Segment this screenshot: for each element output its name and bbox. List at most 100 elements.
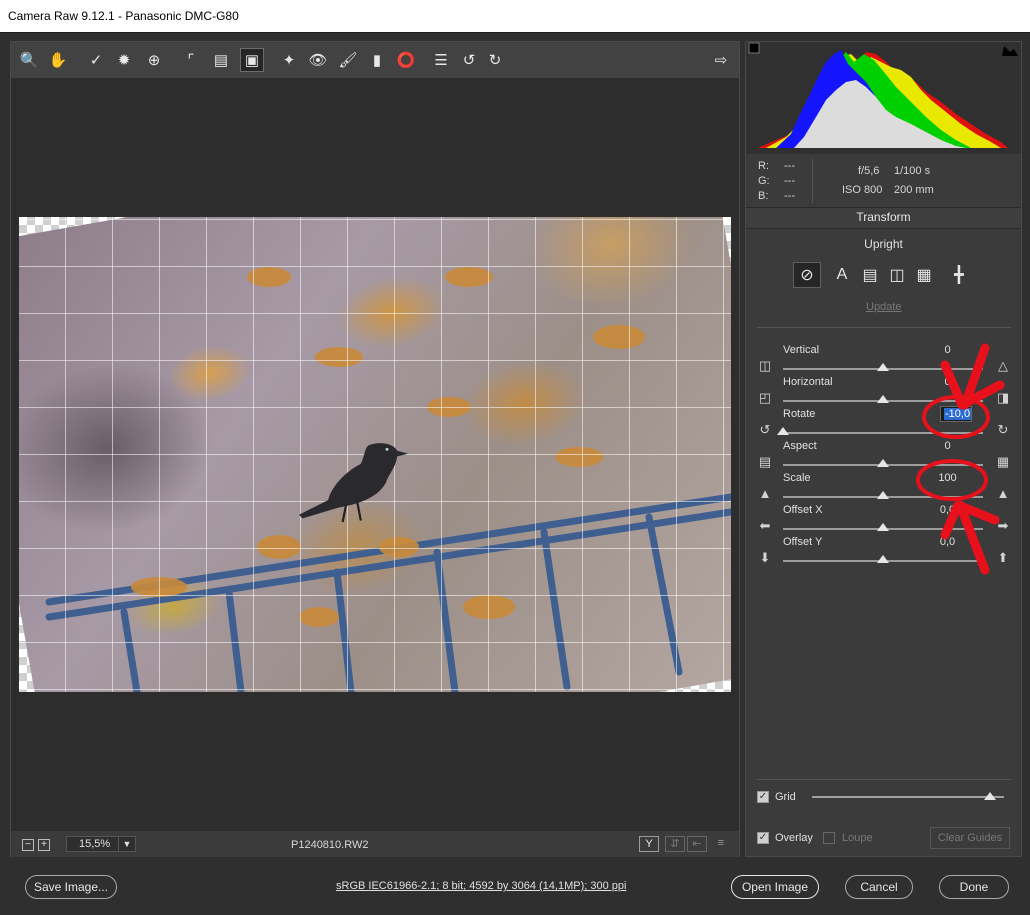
offset-x-value[interactable]: 0,0 (925, 504, 970, 516)
upright-auto-icon[interactable]: A (828, 262, 856, 288)
rotate-left-icon: ↺ (759, 422, 771, 437)
rotate-slider[interactable] (783, 432, 983, 434)
view-settings-icon[interactable]: ≡ (711, 836, 731, 852)
b-label: B: (758, 190, 769, 202)
chevron-down-icon: ▼ (118, 837, 135, 851)
offset-y-right-icon: ⬆ (997, 550, 1009, 565)
zoom-select[interactable]: 15,5% ▼ (66, 836, 136, 852)
bird-illustration (299, 443, 409, 523)
aspect-label: Aspect (783, 440, 817, 452)
shadow-clipping-icon[interactable] (748, 42, 760, 54)
straighten-icon[interactable]: ▤ (209, 48, 233, 72)
aspect-right-icon: ▦ (996, 454, 1010, 469)
zoom-icon[interactable]: 🔍 (17, 48, 41, 72)
graduated-filter-icon[interactable]: ▮ (365, 48, 389, 72)
offset-x-slider-thumb[interactable] (877, 523, 889, 531)
vertical-slider-thumb[interactable] (877, 363, 889, 371)
grid-size-slider[interactable] (812, 796, 1004, 798)
upright-vertical-icon[interactable]: ◫ (883, 262, 911, 288)
offset-y-label: Offset Y (783, 536, 823, 548)
scale-label: Scale (783, 472, 811, 484)
upright-guided-icon[interactable]: ╋ (945, 262, 973, 288)
open-image-button[interactable]: Open Image (731, 875, 819, 899)
scale-right-icon: ▲ (996, 486, 1010, 501)
fullscreen-icon[interactable]: ⇨ (709, 48, 733, 72)
zoom-in-icon[interactable]: + (38, 839, 50, 851)
done-button[interactable]: Done (939, 875, 1009, 899)
horizontal-label: Horizontal (783, 376, 833, 388)
overlay-checkbox[interactable]: ✓ (757, 832, 769, 844)
rgb-labels: R: G: B: (758, 159, 770, 204)
divider (812, 159, 813, 203)
horizontal-value[interactable]: 0 (925, 376, 970, 388)
iso: ISO 800 (842, 184, 883, 196)
crop-icon[interactable]: ⌜ (179, 48, 203, 72)
offset-y-value[interactable]: 0,0 (925, 536, 970, 548)
scale-slider-thumb[interactable] (877, 491, 889, 499)
photo-preview[interactable] (19, 217, 731, 692)
hand-icon[interactable]: ✋ (46, 48, 70, 72)
transform-icon[interactable]: ▣ (240, 48, 264, 72)
focal-length: 200 mm (894, 184, 934, 196)
window-title: Camera Raw 9.12.1 - Panasonic DMC-G80 (8, 9, 239, 23)
grid-label: Grid (775, 791, 796, 803)
aperture: f/5,6 (858, 165, 880, 177)
adjustment-brush-icon[interactable]: 🖌 (336, 48, 360, 72)
swap-icon[interactable]: ⇵ (665, 836, 685, 852)
offset-y-slider-thumb[interactable] (877, 555, 889, 563)
aspect-value[interactable]: 0 (925, 440, 970, 452)
rotate-ccw-icon[interactable]: ↺ (457, 48, 481, 72)
aspect-left-icon: ▤ (758, 454, 772, 469)
overlay-label: Overlay (775, 832, 813, 844)
r-label: R: (758, 160, 769, 172)
highlight-clipping-icon[interactable] (1002, 46, 1018, 56)
scale-left-icon: ▲ (758, 486, 772, 501)
update-link[interactable]: Update (866, 301, 901, 313)
grid-checkbox[interactable]: ✓ (757, 791, 769, 803)
workflow-options-link[interactable]: sRGB IEC61966-2.1; 8 bit; 4592 by 3064 (… (336, 880, 626, 892)
preferences-list-icon[interactable]: ☰ (429, 48, 453, 72)
before-after-icon[interactable]: Y (639, 836, 659, 852)
toolbar: 🔍 ✋ ✓ ✹ ⊕ ⌜ ▤ ▣ ✦ 👁 🖌 ▮ ⭕ ☰ ↺ ↻ ⇨ (11, 42, 739, 78)
cancel-button[interactable]: Cancel (845, 875, 913, 899)
rgb-values: --- --- --- (784, 159, 795, 204)
color-sampler-icon[interactable]: ✹ (112, 48, 136, 72)
horizontal-slider-thumb[interactable] (877, 395, 889, 403)
aspect-slider-thumb[interactable] (877, 459, 889, 467)
clear-guides-button[interactable]: Clear Guides (930, 827, 1010, 849)
upright-full-icon[interactable]: ▦ (910, 262, 938, 288)
grid-slider-thumb[interactable] (984, 792, 996, 800)
offset-x-label: Offset X (783, 504, 823, 516)
offset-y-left-icon: ⬇ (759, 550, 771, 565)
scale-value[interactable]: 100 (925, 472, 970, 484)
vertical-label: Vertical (783, 344, 820, 356)
white-balance-icon[interactable]: ✓ (84, 48, 108, 72)
loupe-label: Loupe (842, 832, 873, 844)
divider (0, 32, 1030, 33)
g-value: --- (784, 175, 795, 187)
horizontal-left-icon: ◰ (758, 390, 772, 405)
loupe-checkbox[interactable] (823, 832, 835, 844)
targeted-adjust-icon[interactable]: ⊕ (142, 48, 166, 72)
upright-label: Upright (864, 237, 903, 251)
zoom-out-icon[interactable]: − (22, 839, 34, 851)
shutter-speed: 1/100 s (894, 165, 931, 177)
histogram (746, 42, 1021, 154)
vertical-value[interactable]: 0 (925, 344, 970, 356)
rotate-value-field[interactable]: -10,0 (940, 406, 972, 422)
panel-title: Transform (746, 207, 1021, 229)
zoom-value: 15,5% (79, 838, 111, 850)
upright-off-icon[interactable]: ⊘ (793, 262, 821, 288)
divider (757, 779, 1011, 780)
save-image-button[interactable]: Save Image... (25, 875, 117, 899)
rotate-cw-icon[interactable]: ↻ (483, 48, 507, 72)
copy-settings-icon[interactable]: ⇤ (687, 836, 707, 852)
rotate-value: -10,0 (944, 408, 972, 420)
r-value: --- (784, 160, 795, 172)
red-eye-icon[interactable]: 👁 (306, 48, 330, 72)
upright-level-icon[interactable]: ▤ (856, 262, 884, 288)
vertical-right-icon: △ (998, 358, 1008, 373)
radial-filter-icon[interactable]: ⭕ (394, 48, 418, 72)
rotate-slider-thumb[interactable] (777, 427, 789, 435)
spot-removal-icon[interactable]: ✦ (277, 48, 301, 72)
